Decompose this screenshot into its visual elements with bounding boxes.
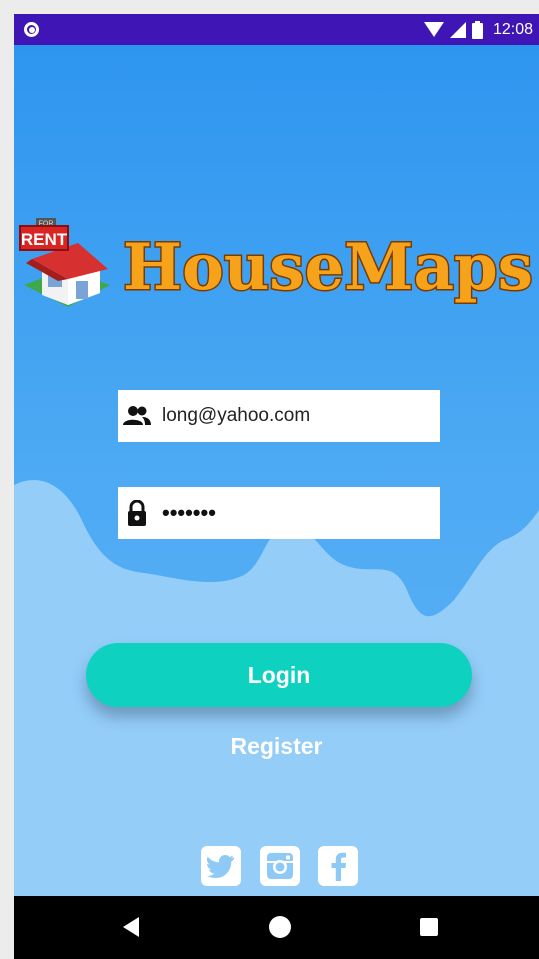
status-time: 12:08 [492, 20, 533, 38]
house-for-rent-icon: FOR RENT [19, 218, 110, 307]
register-link[interactable]: Register [14, 733, 539, 760]
instagram-icon [267, 853, 293, 879]
password-field[interactable]: ••••••• [118, 487, 440, 539]
cellular-signal-icon [449, 21, 466, 38]
status-icons: 12:08 [423, 14, 533, 45]
facebook-button[interactable] [318, 846, 358, 886]
home-icon[interactable] [265, 912, 295, 942]
users-icon [120, 390, 154, 442]
lock-icon [120, 487, 154, 539]
email-field[interactable] [118, 390, 440, 442]
screen: 12:08 FOR RENT HouseMaps long@yahoo.com … [14, 14, 539, 959]
wifi-icon [423, 21, 444, 37]
brand-logo-text: HouseMaps [122, 229, 535, 307]
facebook-icon [331, 852, 346, 881]
twitter-button[interactable] [201, 846, 241, 886]
login-screen: FOR RENT HouseMaps long@yahoo.com ••••••… [14, 45, 539, 896]
instagram-button[interactable] [260, 846, 300, 886]
brand-name: HouseMaps [123, 230, 533, 305]
twitter-icon [207, 855, 234, 878]
navigation-bar [14, 896, 539, 959]
recents-icon[interactable] [414, 912, 444, 942]
notification-dot-icon [24, 22, 39, 37]
login-button[interactable]: Login [86, 643, 472, 707]
battery-icon [471, 20, 483, 39]
logo: FOR RENT HouseMaps [14, 205, 539, 325]
sign-text: RENT [21, 230, 68, 249]
status-bar: 12:08 [14, 14, 539, 45]
back-icon[interactable] [116, 912, 146, 942]
password-input[interactable]: ••••••• [154, 502, 216, 524]
email-input[interactable] [154, 396, 432, 436]
